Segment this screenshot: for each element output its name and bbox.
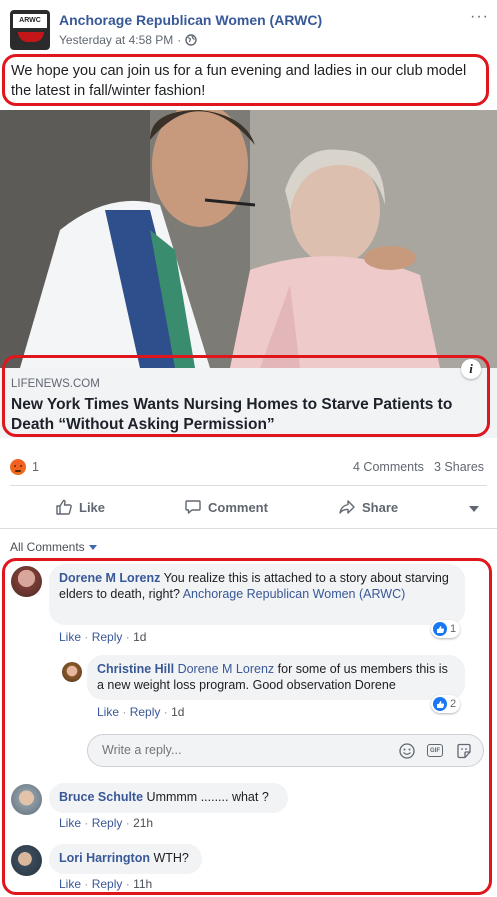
- reply-like-badge[interactable]: 2: [431, 695, 461, 713]
- reply-like-link[interactable]: Like: [97, 705, 119, 719]
- avatar[interactable]: [11, 845, 42, 876]
- share-button[interactable]: Share: [338, 498, 398, 516]
- comment-text: WTH?: [153, 851, 189, 865]
- caret-down-icon: [88, 544, 97, 550]
- like-button[interactable]: Like: [55, 498, 105, 516]
- timestamp-sep: ·: [177, 33, 182, 47]
- comment-icon: [185, 500, 201, 514]
- comment-like-link[interactable]: Like: [59, 816, 81, 830]
- page-avatar[interactable]: ARWC: [10, 10, 50, 50]
- comment-actions: Like · Reply · 21h: [59, 816, 154, 830]
- comment-bubble: Bruce Schulte Ummmm ........ what ?: [49, 783, 288, 813]
- divider: [0, 528, 497, 529]
- sticker-icon[interactable]: [456, 743, 472, 759]
- shares-count[interactable]: 3 Shares: [434, 460, 484, 474]
- comment-reply-link[interactable]: Reply: [92, 816, 123, 830]
- comment-time[interactable]: 21h: [133, 816, 153, 830]
- article-photo: [0, 110, 497, 368]
- reply-input[interactable]: [100, 742, 384, 758]
- post-more-button[interactable]: ···: [470, 8, 489, 26]
- reply-reply-link[interactable]: Reply: [130, 705, 161, 719]
- comment-author-link[interactable]: Dorene M Lorenz: [59, 571, 160, 585]
- comment-time[interactable]: 11h: [133, 877, 152, 891]
- comments-count[interactable]: 4 Comments: [353, 460, 424, 474]
- reply-time[interactable]: 1d: [171, 705, 184, 719]
- reply-input-box[interactable]: GIF: [87, 734, 484, 767]
- comment-mention-link[interactable]: Anchorage Republican Women (ARWC): [183, 587, 406, 601]
- comment-button[interactable]: Comment: [184, 498, 268, 516]
- comment-actions: Like · Reply · 11h: [59, 877, 153, 891]
- reply-bubble: Christine Hill Dorene M Lorenz for some …: [87, 655, 465, 700]
- like-icon: [433, 697, 447, 711]
- comment-text: Ummmm ........ what ?: [146, 790, 269, 804]
- reaction-count[interactable]: 1: [32, 460, 39, 474]
- angry-reaction-icon[interactable]: [10, 459, 26, 475]
- emoji-icon[interactable]: [399, 743, 415, 759]
- comment-label: Comment: [208, 499, 268, 515]
- comment-filter-label: All Comments: [10, 540, 85, 554]
- share-label: Share: [362, 499, 399, 515]
- comment-time[interactable]: 1d: [133, 630, 146, 644]
- reply-like-count: 2: [450, 698, 457, 710]
- timestamp-text: Yesterday at 4:58 PM: [59, 33, 174, 47]
- comment-filter-dropdown[interactable]: All Comments: [10, 540, 97, 554]
- comment-like-link[interactable]: Like: [59, 877, 81, 891]
- share-arrow-icon: [339, 500, 355, 514]
- comment-bubble: Dorene M Lorenz You realize this is atta…: [49, 564, 465, 625]
- like-icon: [433, 622, 447, 636]
- reply-author-link[interactable]: Christine Hill: [97, 662, 174, 676]
- link-preview-highlight: [2, 355, 490, 437]
- comment-bubble: Lori Harrington WTH?: [49, 844, 202, 874]
- globe-icon: [185, 34, 197, 46]
- comment-actions: Like · Reply · 1d: [59, 630, 147, 644]
- avatar[interactable]: [62, 662, 82, 682]
- logo-red-swoosh: [18, 32, 44, 42]
- comment-author-link[interactable]: Lori Harrington: [59, 851, 150, 865]
- post-timestamp[interactable]: Yesterday at 4:58 PM ·: [59, 33, 197, 47]
- avatar[interactable]: [11, 566, 42, 597]
- comment-reply-link[interactable]: Reply: [92, 877, 123, 891]
- post-text-highlight: [2, 54, 489, 106]
- comment-author-link[interactable]: Bruce Schulte: [59, 790, 143, 804]
- link-image[interactable]: [0, 110, 497, 368]
- comment-like-count: 1: [450, 623, 457, 635]
- thumbs-up-icon: [56, 499, 72, 515]
- reply-actions: Like · Reply · 1d: [97, 705, 185, 719]
- comment-like-link[interactable]: Like: [59, 630, 81, 644]
- like-label: Like: [79, 499, 106, 515]
- comment-reply-link[interactable]: Reply: [92, 630, 123, 644]
- comment-like-badge[interactable]: 1: [431, 620, 461, 638]
- page-name-link[interactable]: Anchorage Republican Women (ARWC): [59, 12, 322, 28]
- reply-mention-link[interactable]: Dorene M Lorenz: [178, 662, 275, 676]
- gif-icon[interactable]: GIF: [427, 744, 443, 757]
- divider: [10, 485, 487, 486]
- page-logo: ARWC: [13, 14, 47, 28]
- share-dropdown-caret-icon[interactable]: [469, 506, 479, 512]
- avatar[interactable]: [11, 784, 42, 815]
